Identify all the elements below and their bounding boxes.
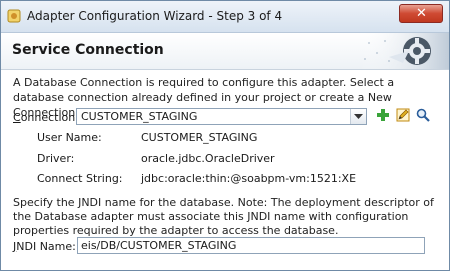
search-magnifier-icon[interactable] — [415, 107, 431, 123]
page-title: Service Connection — [12, 42, 164, 58]
app-icon — [7, 9, 21, 23]
wizard-window: Adapter Configuration Wizard - Step 3 of… — [0, 0, 450, 271]
jndi-description: Specify the JNDI name for the database. … — [13, 196, 434, 237]
edit-pencil-icon[interactable] — [395, 107, 411, 123]
gear-graphic-icon — [359, 33, 449, 69]
add-icon[interactable] — [375, 107, 391, 123]
close-button[interactable]: ✕ — [399, 4, 443, 23]
title-bar[interactable]: Adapter Configuration Wizard - Step 3 of… — [1, 1, 449, 33]
driver-value: oracle.jdbc.OracleDriver — [141, 152, 275, 165]
user-name-value: CUSTOMER_STAGING — [141, 131, 258, 144]
chevron-down-icon[interactable] — [350, 109, 366, 124]
window-title: Adapter Configuration Wizard - Step 3 of… — [27, 9, 283, 23]
user-name-label: User Name: — [37, 131, 102, 144]
jndi-name-label: JNDI Name: — [13, 240, 76, 253]
connect-string-label: Connect String: — [37, 172, 123, 185]
jndi-name-input[interactable] — [77, 237, 425, 254]
driver-label: Driver: — [37, 152, 75, 165]
connection-select-value: CUSTOMER_STAGING — [81, 110, 198, 123]
connection-label: Connection: — [13, 111, 79, 124]
page-header: Service Connection — [1, 33, 449, 70]
connect-string-value: jdbc:oracle:thin:@soabpm-vm:1521:XE — [141, 172, 357, 185]
close-icon: ✕ — [416, 6, 427, 21]
connection-select[interactable]: CUSTOMER_STAGING — [76, 108, 367, 125]
